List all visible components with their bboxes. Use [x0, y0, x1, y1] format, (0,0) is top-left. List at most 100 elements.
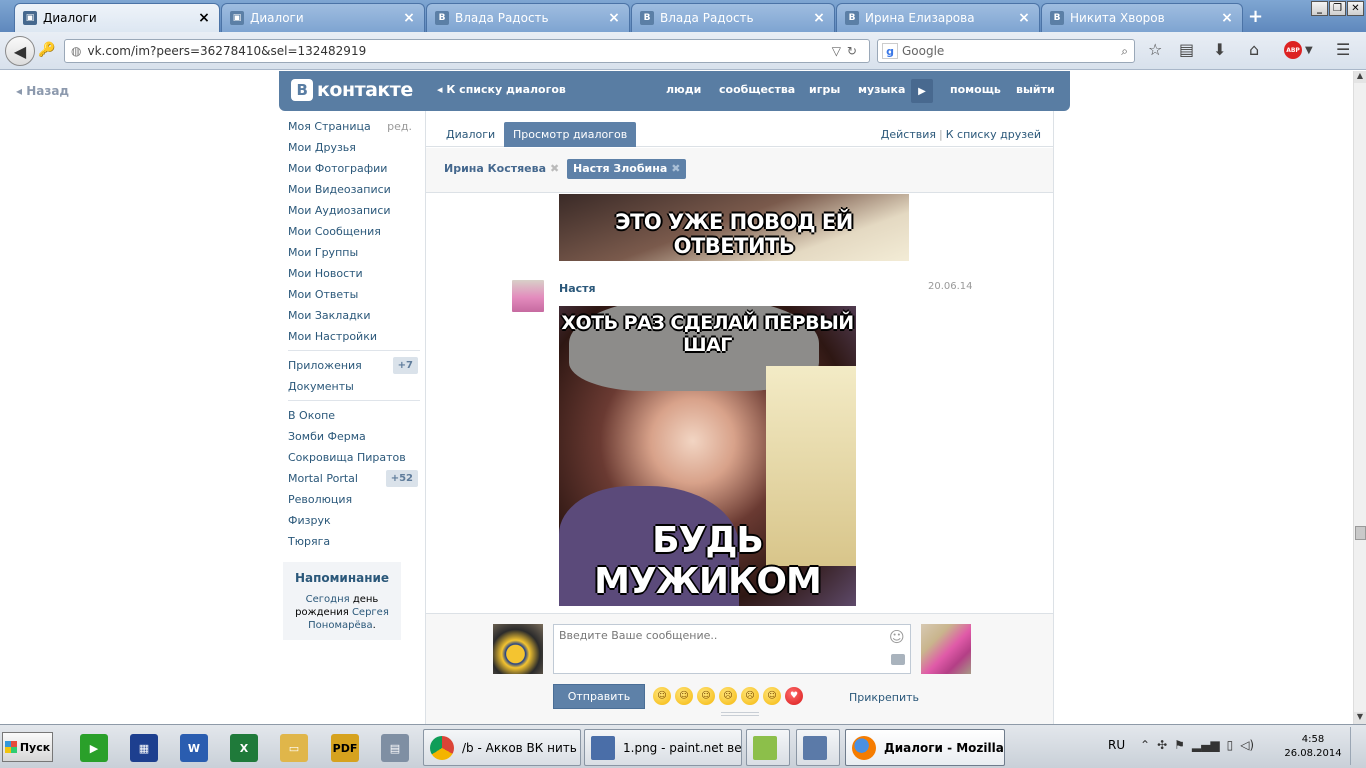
language-indicator[interactable]: RU — [1108, 738, 1125, 752]
calculator-icon[interactable]: ▤ — [381, 734, 409, 762]
new-tab-button[interactable]: + — [1248, 6, 1263, 27]
remove-icon[interactable]: ✖ — [671, 162, 680, 175]
vk-logo[interactable]: В контакте — [291, 79, 413, 101]
edit-link[interactable]: ред. — [387, 116, 412, 137]
message-history[interactable]: ЭТО УЖЕ ПОВОД ЕЙ ОТВЕТИТЬ Настя 20.06.14… — [426, 194, 1053, 612]
sidebar-item-groups[interactable]: Мои Группы — [288, 242, 420, 263]
avatar[interactable] — [921, 624, 971, 674]
taskbar-button-notepadpp[interactable] — [746, 729, 790, 766]
tab-vlada-2[interactable]: B Влада Радость × — [631, 3, 835, 32]
friends-list-link[interactable]: К списку друзей — [946, 128, 1041, 141]
browser-back-button[interactable]: ◀ — [5, 36, 35, 66]
sidebar-item-audio[interactable]: Мои Аудиозаписи — [288, 200, 420, 221]
sidebar-item-game[interactable]: Сокровища Пиратов — [288, 447, 420, 468]
excel-icon[interactable]: X — [230, 734, 258, 762]
remove-icon[interactable]: ✖ — [550, 162, 559, 175]
tab-vlada-1[interactable]: B Влада Радость × — [426, 3, 630, 32]
emoji-icon[interactable]: ☺ — [763, 687, 781, 705]
battery-icon[interactable]: ▯ — [1227, 738, 1234, 752]
close-icon[interactable]: × — [607, 10, 621, 26]
tab-nikita[interactable]: B Никита Хворов × — [1041, 3, 1243, 32]
message-author[interactable]: Настя — [559, 282, 596, 295]
scroll-up-icon[interactable]: ▲ — [1354, 71, 1366, 83]
restore-button[interactable]: ❐ — [1329, 1, 1346, 16]
tray-expand-icon[interactable]: ⌃ — [1140, 738, 1150, 752]
sidebar-item-settings[interactable]: Мои Настройки — [288, 326, 420, 347]
word-icon[interactable]: W — [180, 734, 208, 762]
sidebar-item-photos[interactable]: Мои Фотографии — [288, 158, 420, 179]
sidebar-item-game[interactable]: Тюряга — [288, 531, 420, 552]
tab-dialogs[interactable]: ▣ Диалоги × — [221, 3, 425, 32]
chevron-down-icon[interactable]: ▼ — [1305, 45, 1313, 56]
message-input[interactable]: Введите Ваше сообщение.. — [553, 624, 911, 674]
start-button[interactable]: Пуск — [2, 732, 53, 762]
sidebar-item-game[interactable]: Физрук — [288, 510, 420, 531]
pdf-icon[interactable]: PDF — [331, 734, 359, 762]
close-icon[interactable]: × — [1220, 10, 1234, 26]
signal-icon[interactable]: ▂▄▆ — [1192, 738, 1220, 752]
meme-image[interactable]: ХОТЬ РАЗ СДЕЛАЙ ПЕРВЫЙ ШАГ БУДЬ МУЖИКОМ — [559, 306, 856, 606]
home-icon[interactable]: ⌂ — [1249, 40, 1259, 59]
back-to-dialogs-link[interactable]: ◂ К списку диалогов — [437, 83, 566, 96]
sidebar-item-game[interactable]: Революция — [288, 489, 420, 510]
system-clock[interactable]: 4:58 26.08.2014 — [1282, 733, 1344, 761]
taskbar-button-window[interactable] — [796, 729, 840, 766]
taskbar-button-chrome[interactable]: /b - Акков ВК нить и... — [423, 729, 581, 766]
attach-link[interactable]: Прикрепить — [849, 691, 919, 704]
meme-image[interactable]: ЭТО УЖЕ ПОВОД ЕЙ ОТВЕТИТЬ — [559, 194, 909, 261]
star-icon[interactable]: ☆ — [1148, 40, 1162, 59]
avatar[interactable] — [493, 624, 543, 674]
close-window-button[interactable]: ✕ — [1347, 1, 1364, 16]
search-input[interactable]: g Google ⌕ — [877, 39, 1135, 63]
tab-dialogs-active[interactable]: ▣ Диалоги × — [14, 3, 220, 32]
play-icon[interactable]: ▶ — [911, 79, 933, 103]
network-tray-icon[interactable]: ✣ — [1157, 738, 1167, 752]
nav-logout[interactable]: выйти — [1016, 83, 1055, 96]
sidebar-item-game[interactable]: Mortal Portal +52 — [288, 468, 420, 489]
page-scrollbar[interactable]: ▲ ▼ — [1353, 71, 1366, 724]
sidebar-item-documents[interactable]: Документы — [288, 376, 420, 397]
reminder-today-link[interactable]: Сегодня — [306, 594, 350, 605]
sidebar-item-my-page[interactable]: Моя Страница ред. — [288, 116, 420, 137]
avatar[interactable] — [512, 280, 544, 312]
folder-icon[interactable]: ▭ — [280, 734, 308, 762]
smile-icon[interactable]: ☺ — [889, 628, 905, 646]
emoji-icon[interactable]: ☺ — [675, 687, 693, 705]
sidebar-item-messages[interactable]: Мои Сообщения — [288, 221, 420, 242]
close-icon[interactable]: × — [197, 10, 211, 26]
taskbar-button-paintnet[interactable]: 1.png - paint.net вер... — [584, 729, 742, 766]
sidebar-item-friends[interactable]: Мои Друзья — [288, 137, 420, 158]
actions-link[interactable]: Действия — [881, 128, 936, 141]
nav-communities[interactable]: сообщества — [719, 83, 795, 96]
sidebar-item-game[interactable]: Зомби Ферма — [288, 426, 420, 447]
emoji-icon[interactable]: ☹ — [741, 687, 759, 705]
search-icon[interactable]: ⌕ — [1121, 44, 1128, 59]
media-player-icon[interactable]: ▶ — [80, 734, 108, 762]
close-icon[interactable]: × — [1017, 10, 1031, 26]
tab-view-dialogs[interactable]: Просмотр диалогов — [504, 122, 637, 147]
emoji-icon[interactable]: ☺ — [653, 687, 671, 705]
minimize-button[interactable]: _ — [1311, 1, 1328, 16]
tab-dialogs-list[interactable]: Диалоги — [437, 122, 504, 147]
sidebar-item-bookmarks[interactable]: Мои Закладки — [288, 305, 420, 326]
flag-tray-icon[interactable]: ⚑ — [1174, 738, 1185, 752]
peer-chip-active[interactable]: Настя Злобина ✖ — [567, 159, 687, 179]
message-date[interactable]: 20.06.14 — [928, 281, 973, 292]
reload-icon[interactable]: ▽↻ — [832, 44, 863, 58]
sidebar-item-answers[interactable]: Мои Ответы — [288, 284, 420, 305]
nav-music[interactable]: музыка — [858, 83, 905, 96]
reading-list-icon[interactable]: ▤ — [1179, 40, 1194, 59]
sidebar-item-news[interactable]: Мои Новости — [288, 263, 420, 284]
close-icon[interactable]: × — [812, 10, 826, 26]
close-icon[interactable]: × — [402, 10, 416, 26]
nav-games[interactable]: игры — [809, 83, 840, 96]
back-link[interactable]: ◂ Назад — [16, 84, 69, 98]
sidebar-item-videos[interactable]: Мои Видеозаписи — [288, 179, 420, 200]
adblock-icon[interactable]: ABP — [1284, 41, 1302, 59]
tab-irina[interactable]: B Ирина Елизарова × — [836, 3, 1040, 32]
emoji-icon[interactable]: ☺ — [697, 687, 715, 705]
save-icon[interactable]: ▦ — [130, 734, 158, 762]
download-icon[interactable]: ⬇ — [1213, 40, 1226, 59]
sidebar-item-apps[interactable]: Приложения +7 — [288, 355, 420, 376]
show-desktop-button[interactable] — [1350, 727, 1364, 765]
